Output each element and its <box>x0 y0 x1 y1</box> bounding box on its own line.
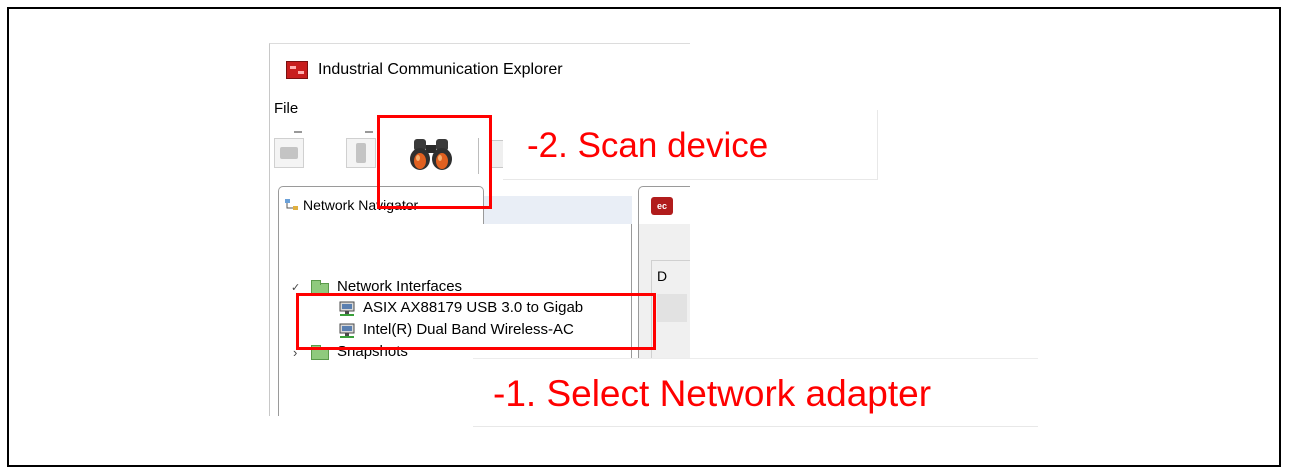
tab-ec[interactable]: ec <box>638 186 690 224</box>
annotation-scan-device: -2. Scan device <box>503 110 878 180</box>
menu-file[interactable]: File <box>274 100 298 117</box>
arrow-down-icon <box>356 143 366 163</box>
highlight-network-adapter <box>296 293 656 350</box>
tab-strip-background <box>484 196 632 224</box>
back-button[interactable] <box>274 138 304 168</box>
toolbar-button-partial[interactable] <box>490 140 504 168</box>
highlight-scan-button <box>377 115 492 209</box>
annotation-select-adapter: -1. Select Network adapter <box>473 358 1038 427</box>
window-title: Industrial Communication Explorer <box>318 61 563 78</box>
toolbar-dash <box>294 131 302 133</box>
down-button[interactable] <box>346 138 376 168</box>
blank-area <box>690 180 1038 358</box>
detail-field <box>657 294 687 322</box>
title-bar: Industrial Communication Explorer <box>270 44 690 96</box>
app-logo-icon <box>286 61 308 79</box>
network-tree-icon <box>285 199 298 210</box>
arrow-left-icon <box>280 147 298 159</box>
ec-icon: ec <box>651 197 673 215</box>
toolbar-dash <box>365 131 373 133</box>
detail-label: D <box>657 268 668 284</box>
